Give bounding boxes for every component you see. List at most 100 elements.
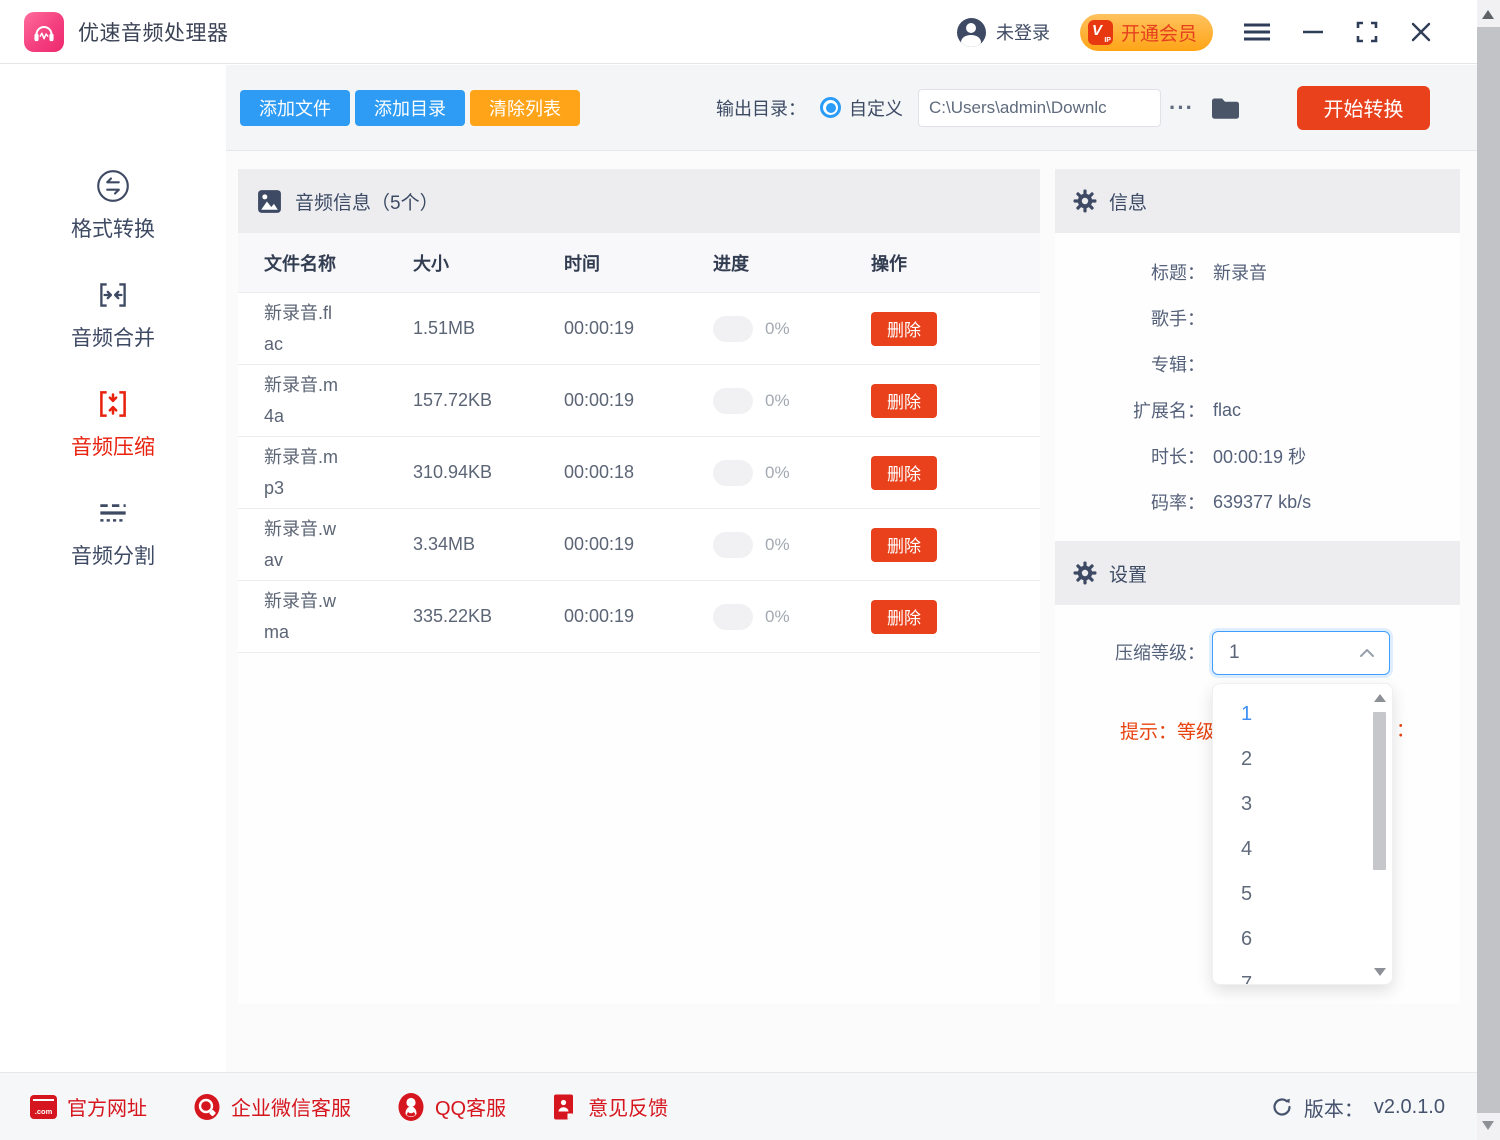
file-size: 157.72KB [413, 390, 564, 411]
output-dir-label: 输出目录： [716, 95, 806, 121]
file-time: 00:00:19 [564, 390, 713, 411]
progress-value: 0% [765, 319, 790, 339]
file-time: 00:00:19 [564, 534, 713, 555]
clear-list-button[interactable]: 清除列表 [470, 90, 580, 126]
table-row[interactable]: 新录音.flac 1.51MB 00:00:19 0% 删除 [238, 293, 1040, 365]
content-area: 添加文件 添加目录 清除列表 输出目录： 自定义 ··· 开始转换 [226, 65, 1477, 1072]
feedback-link[interactable]: 意见反馈 [552, 1092, 668, 1121]
scrollbar-thumb[interactable] [1477, 27, 1500, 1113]
dropdown-option[interactable]: 6 [1213, 917, 1392, 962]
dropdown-option[interactable]: 2 [1213, 737, 1392, 782]
scroll-up-arrow-icon[interactable] [1482, 10, 1494, 19]
compression-level-label: 压缩等级： [1055, 631, 1205, 675]
open-folder-button[interactable] [1210, 94, 1241, 121]
file-name: 新录音.m4a [264, 370, 340, 432]
official-site-link[interactable]: 官方网址 [30, 1092, 147, 1121]
app-title: 优速音频处理器 [78, 17, 229, 47]
login-status[interactable]: 未登录 [957, 18, 1050, 47]
feedback-icon [552, 1093, 578, 1121]
file-name: 新录音.wav [264, 514, 340, 576]
info-label: 专辑： [1055, 351, 1205, 377]
delete-button[interactable]: 删除 [871, 456, 937, 490]
delete-button[interactable]: 删除 [871, 384, 937, 418]
convert-icon [94, 167, 132, 205]
info-header: 信息 [1055, 169, 1460, 233]
sidebar-item-audio-merge[interactable]: 音频合并 [71, 276, 155, 352]
footer-bar: 官方网址 企业微信客服 QQ客服 [0, 1072, 1477, 1140]
compression-level-select[interactable]: 1 [1212, 631, 1390, 675]
website-icon [30, 1095, 57, 1119]
compression-level-dropdown: 1 2 3 4 5 6 7 [1212, 683, 1393, 985]
info-settings-panel: 信息 标题：新录音 歌手： 专辑： 扩展名：flac 时长：00:00:19 秒… [1055, 169, 1460, 1004]
wechat-service-link[interactable]: 企业微信客服 [193, 1092, 351, 1121]
col-action: 操作 [871, 250, 1040, 276]
start-convert-button[interactable]: 开始转换 [1297, 86, 1430, 130]
dropdown-option[interactable]: 3 [1213, 782, 1392, 827]
settings-gear-icon [1073, 561, 1097, 585]
output-path-input[interactable] [918, 89, 1161, 127]
progress-value: 0% [765, 607, 790, 627]
custom-radio-label: 自定义 [849, 95, 903, 121]
compression-hint-text: 提示：等级 [1120, 717, 1215, 744]
qq-service-link[interactable]: QQ客服 [397, 1092, 506, 1122]
col-time: 时间 [564, 250, 713, 276]
dropdown-option[interactable]: 4 [1213, 827, 1392, 872]
compression-hint-fragment: ： [1396, 715, 1402, 737]
file-name: 新录音.flac [264, 298, 340, 360]
custom-radio[interactable] [820, 97, 841, 118]
app-window: 优速音频处理器 未登录 VIP 开通会员 [0, 0, 1500, 1140]
browse-more-button[interactable]: ··· [1169, 95, 1194, 121]
delete-button[interactable]: 删除 [871, 312, 937, 346]
scrollbar-thumb[interactable] [1373, 712, 1386, 870]
add-directory-button[interactable]: 添加目录 [355, 90, 465, 126]
scroll-down-arrow-icon[interactable] [1374, 968, 1386, 976]
table-row[interactable]: 新录音.mp3 310.94KB 00:00:18 0% 删除 [238, 437, 1040, 509]
dropdown-scrollbar[interactable] [1372, 690, 1388, 980]
dropdown-option[interactable]: 7 [1213, 962, 1392, 985]
audio-info-header: 音频信息（5个） [238, 169, 1040, 233]
vip-badge-icon: VIP [1088, 20, 1113, 45]
info-fields: 标题：新录音 歌手： 专辑： 扩展名：flac 时长：00:00:19 秒 码率… [1055, 233, 1460, 525]
dropdown-option[interactable]: 1 [1213, 692, 1392, 737]
file-name: 新录音.wma [264, 586, 340, 648]
settings-title: 设置 [1109, 560, 1147, 587]
table-row[interactable]: 新录音.m4a 157.72KB 00:00:19 0% 删除 [238, 365, 1040, 437]
info-label: 扩展名： [1055, 397, 1205, 423]
progress-value: 0% [765, 463, 790, 483]
sidebar-item-label: 格式转换 [71, 213, 155, 243]
delete-button[interactable]: 删除 [871, 528, 937, 562]
sidebar-item-audio-split[interactable]: 音频分割 [71, 494, 155, 570]
info-label: 码率： [1055, 489, 1205, 515]
info-title: 信息 [1109, 188, 1147, 215]
col-size: 大小 [413, 250, 564, 276]
info-gear-icon [1073, 189, 1097, 213]
qq-icon [397, 1092, 425, 1122]
titlebar: 优速音频处理器 未登录 VIP 开通会员 [0, 0, 1477, 64]
window-scrollbar[interactable] [1477, 0, 1500, 1140]
minimize-icon[interactable] [1301, 12, 1325, 52]
table-row[interactable]: 新录音.wav 3.34MB 00:00:19 0% 删除 [238, 509, 1040, 581]
open-vip-button[interactable]: VIP 开通会员 [1080, 14, 1213, 51]
info-value: 新录音 [1213, 259, 1267, 285]
table-row[interactable]: 新录音.wma 335.22KB 00:00:19 0% 删除 [238, 581, 1040, 653]
maximize-icon[interactable] [1355, 12, 1379, 52]
add-file-button[interactable]: 添加文件 [240, 90, 350, 126]
merge-icon [94, 276, 132, 314]
sidebar-item-format-convert[interactable]: 格式转换 [71, 167, 155, 243]
refresh-icon[interactable] [1270, 1095, 1294, 1119]
audio-info-panel: 音频信息（5个） 文件名称 大小 时间 进度 操作 新录音.flac 1.51M… [238, 169, 1040, 1004]
user-avatar-icon [957, 18, 986, 47]
menu-icon[interactable] [1243, 12, 1271, 52]
split-icon [94, 494, 132, 532]
scroll-down-arrow-icon[interactable] [1482, 1121, 1494, 1130]
info-label: 歌手： [1055, 305, 1205, 331]
progress-value: 0% [765, 535, 790, 555]
delete-button[interactable]: 删除 [871, 600, 937, 634]
scroll-up-arrow-icon[interactable] [1374, 694, 1386, 702]
sidebar-item-audio-compress[interactable]: 音频压缩 [71, 385, 155, 461]
progress-value: 0% [765, 391, 790, 411]
col-filename: 文件名称 [264, 250, 413, 276]
close-icon[interactable] [1409, 12, 1433, 52]
col-progress: 进度 [713, 250, 871, 276]
dropdown-option[interactable]: 5 [1213, 872, 1392, 917]
